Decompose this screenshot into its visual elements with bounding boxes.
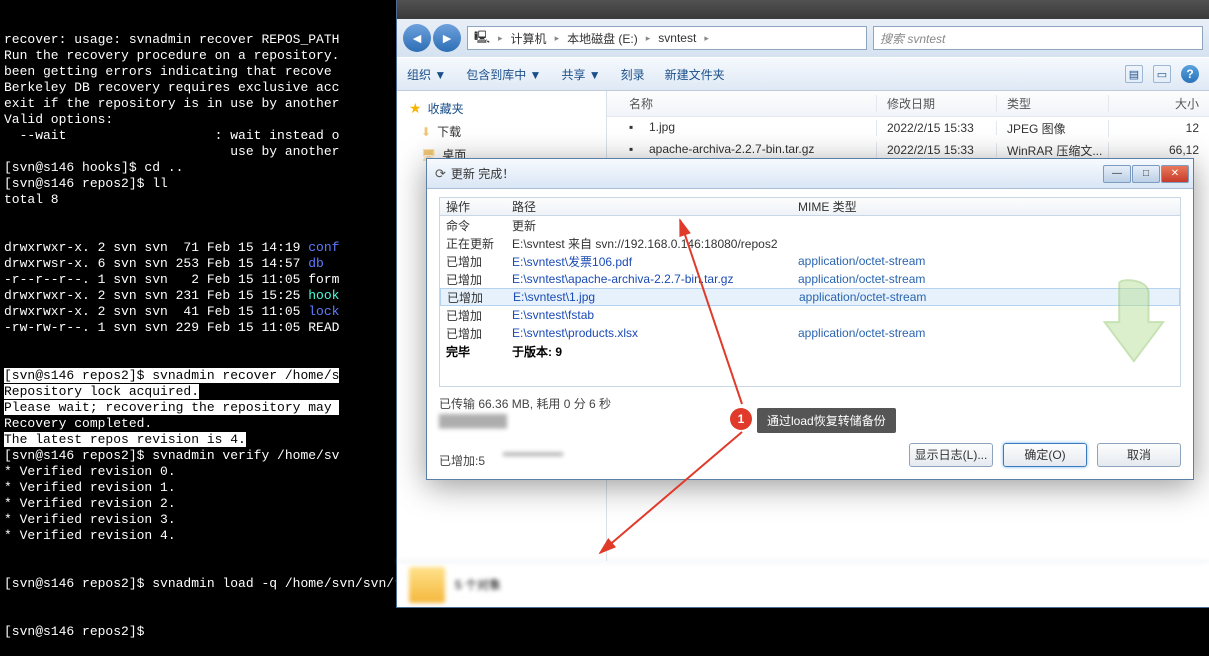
tb-newfolder[interactable]: 新建文件夹 (665, 66, 725, 83)
list-item[interactable]: ▪1.jpg2022/2/15 15:33JPEG 图像12 (607, 117, 1209, 139)
annotation-tooltip: 通过load恢复转储备份 (757, 408, 896, 433)
preview-icon[interactable]: ▭ (1153, 65, 1171, 83)
update-grid: 操作 路径 MIME 类型 命令更新正在更新E:\svntest 来自 svn:… (439, 197, 1181, 387)
back-button[interactable]: ◄ (403, 24, 431, 52)
explorer-titlebar[interactable] (397, 0, 1209, 19)
close-button[interactable]: ✕ (1161, 165, 1189, 183)
grid-row[interactable]: 已增加E:\svntest\fstab (440, 306, 1180, 324)
grid-row[interactable]: 已增加E:\svntest\products.xlsxapplication/o… (440, 324, 1180, 342)
grid-row[interactable]: 已增加E:\svntest\1.jpgapplication/octet-str… (440, 288, 1180, 306)
update-icon: ⟳ (435, 166, 446, 182)
breadcrumb[interactable]: 🖳▸ 计算机▸ 本地磁盘 (E:)▸ svntest▸ (467, 26, 867, 50)
cancel-button[interactable]: 取消 (1097, 443, 1181, 467)
help-icon[interactable]: ? (1181, 65, 1199, 83)
download-arrow-icon (1090, 272, 1168, 382)
annotation-badge: 1 (730, 408, 752, 430)
list-header[interactable]: 名称 修改日期 类型 大小 (607, 91, 1209, 117)
tb-burn[interactable]: 刻录 (621, 66, 645, 83)
download-icon: ⬇ (421, 125, 431, 139)
folder-icon (409, 567, 445, 603)
forward-button[interactable]: ► (433, 24, 461, 52)
minimize-button[interactable]: — (1103, 165, 1131, 183)
grid-row[interactable]: 已增加E:\svntest\发票106.pdfapplication/octet… (440, 252, 1180, 270)
view-icon[interactable]: ▤ (1125, 65, 1143, 83)
dialog-title: 更新 完成！ (451, 165, 1103, 182)
grid-row[interactable]: 正在更新E:\svntest 来自 svn://192.168.0.146:18… (440, 234, 1180, 252)
sidebar-favorites[interactable]: ★收藏夹 (397, 97, 606, 120)
grid-header[interactable]: 操作 路径 MIME 类型 (440, 198, 1180, 216)
tb-include[interactable]: 包含到库中 ▼ (466, 66, 541, 83)
prompt[interactable]: [svn@s146 repos2]$ (4, 624, 144, 639)
tb-share[interactable]: 共享 ▼ (561, 66, 600, 83)
grid-row[interactable]: 命令更新 (440, 216, 1180, 234)
address-bar: ◄ ► 🖳▸ 计算机▸ 本地磁盘 (E:)▸ svntest▸ 搜索 svnte… (397, 19, 1209, 57)
explorer-toolbar: 组织 ▼ 包含到库中 ▼ 共享 ▼ 刻录 新建文件夹 ▤ ▭ ? (397, 57, 1209, 91)
dialog-titlebar[interactable]: ⟳ 更新 完成！ — □ ✕ (427, 159, 1193, 189)
grid-row[interactable]: 已增加E:\svntest\apache-archiva-2.2.7-bin.t… (440, 270, 1180, 288)
show-log-button[interactable]: 显示日志(L)... (909, 443, 993, 467)
added-count: 已增加:5 (439, 452, 485, 469)
ok-button[interactable]: 确定(O) (1003, 443, 1087, 467)
tb-organize[interactable]: 组织 ▼ (407, 66, 446, 83)
sidebar-downloads[interactable]: ⬇下载 (397, 120, 606, 143)
star-icon: ★ (409, 100, 422, 117)
search-input[interactable]: 搜索 svntest (873, 26, 1203, 50)
grid-row[interactable]: 完毕于版本: 9 (440, 342, 1180, 360)
maximize-button[interactable]: □ (1132, 165, 1160, 183)
status-bar: 5 个对象 (397, 561, 1209, 607)
